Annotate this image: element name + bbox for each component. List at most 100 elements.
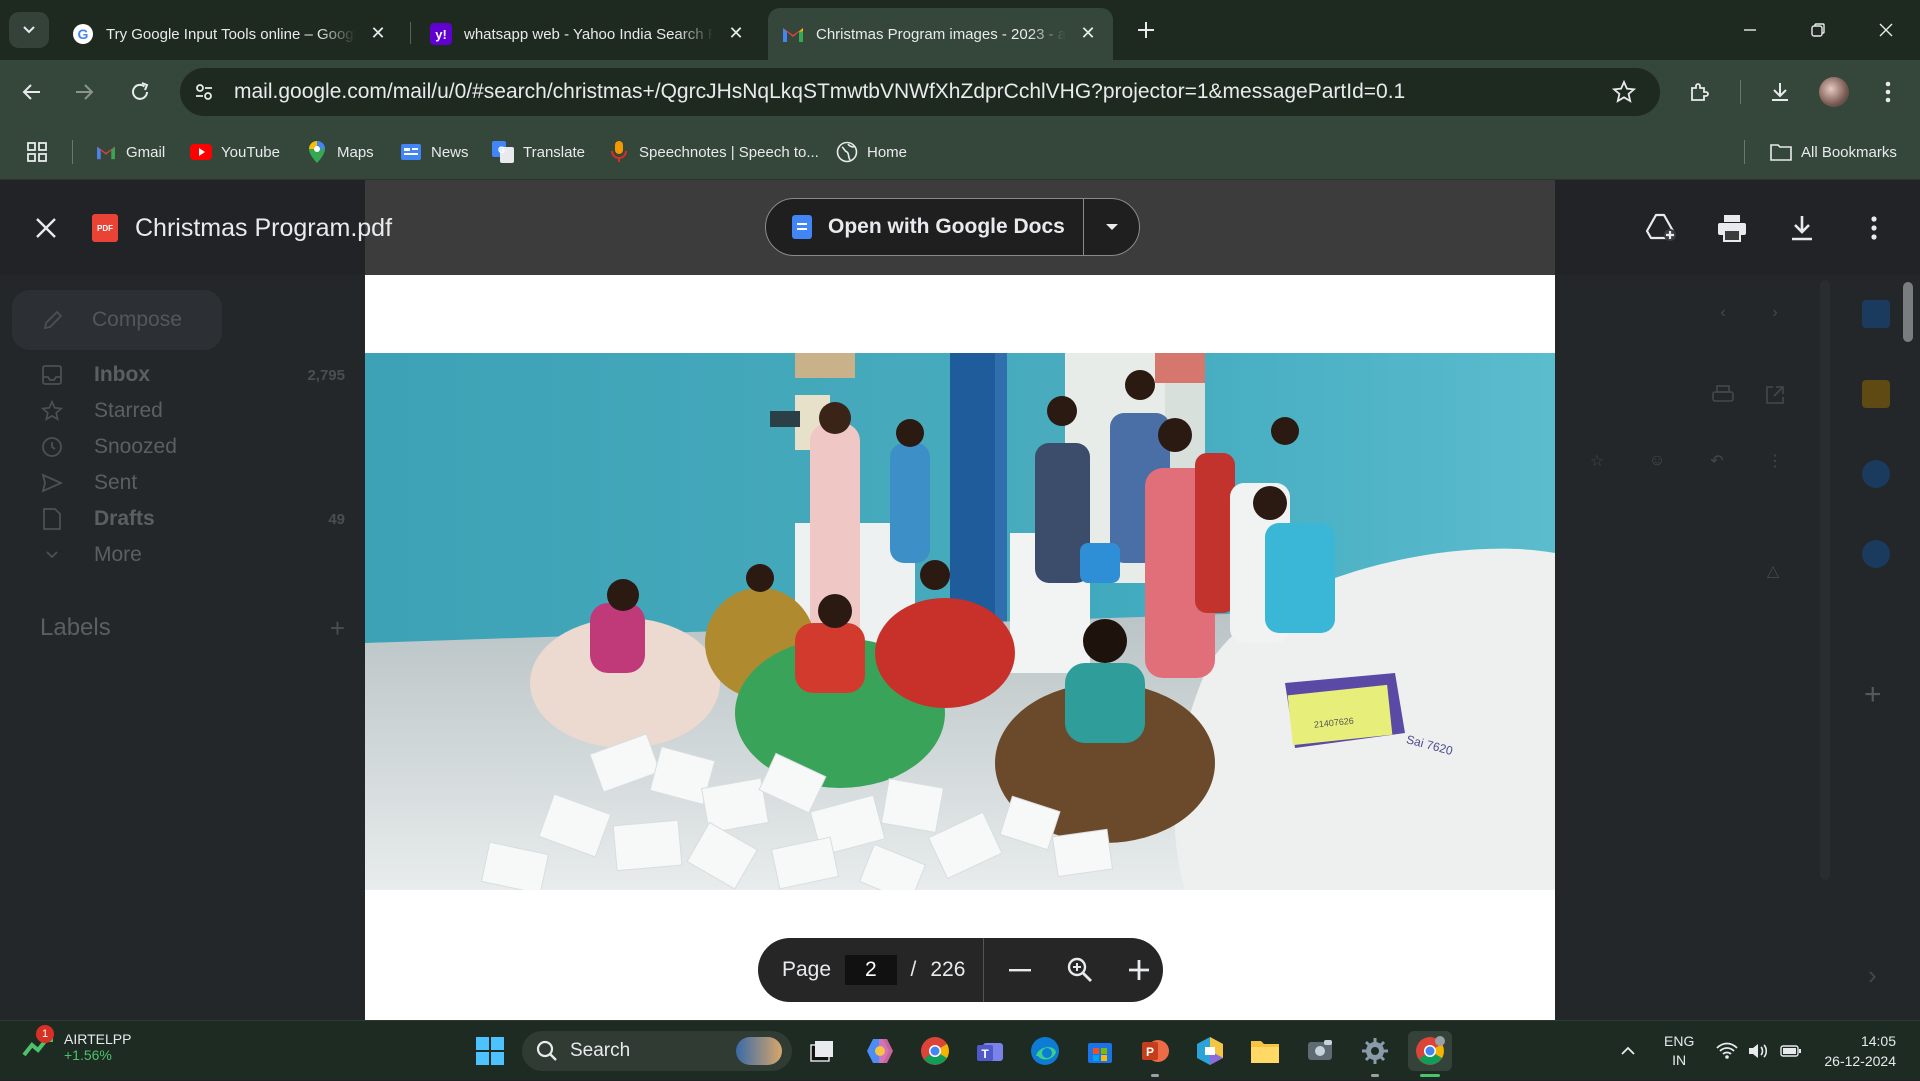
minimize-button[interactable] (1716, 0, 1784, 60)
reload-icon (132, 82, 149, 100)
draft-icon (40, 507, 64, 531)
open-with-dropdown[interactable] (1084, 199, 1140, 255)
bookmark-gmail[interactable]: Gmail (95, 138, 165, 166)
apps-button[interactable] (26, 138, 48, 166)
bookmark-label: Translate (523, 143, 585, 161)
file-explorer-button[interactable] (1245, 1031, 1285, 1071)
photo-app-button[interactable] (1300, 1031, 1340, 1071)
puzzle-icon (1691, 83, 1709, 101)
bookmark-home[interactable]: Home (836, 138, 907, 166)
pdf-page: 21407626 Sai 7620 (365, 275, 1555, 1020)
close-tab-icon[interactable]: ✕ (367, 22, 389, 44)
print-icon (1718, 215, 1746, 242)
close-viewer-button[interactable] (28, 210, 64, 246)
tab-search-button[interactable] (9, 12, 49, 48)
bookmark-star-button[interactable] (1608, 76, 1640, 108)
extensions-button[interactable] (1680, 72, 1720, 112)
svg-text:T: T (981, 1047, 989, 1061)
keep-icon (1862, 380, 1890, 408)
zoom-in-button[interactable] (1115, 946, 1163, 994)
all-bookmarks-button[interactable]: All Bookmarks (1770, 138, 1897, 166)
drive-add-icon (1646, 213, 1676, 241)
bookmark-speechnotes[interactable]: Speechnotes | Speech to... (608, 138, 819, 166)
date: 26-12-2024 (1824, 1053, 1896, 1069)
close-window-button[interactable] (1852, 0, 1920, 60)
add-to-drive-button[interactable] (1642, 208, 1682, 248)
forward-button[interactable] (64, 72, 104, 112)
tab-google-input-tools[interactable]: G Try Google Input Tools online – Google… (58, 8, 403, 60)
pager-divider (983, 938, 985, 1002)
reload-button[interactable] (120, 72, 160, 112)
url-text[interactable]: mail.google.com/mail/u/0/#search/christm… (234, 80, 1405, 104)
show-hidden-icons-button[interactable] (1620, 1021, 1636, 1081)
powerpoint-button[interactable]: P (1135, 1031, 1175, 1077)
chrome-active-button[interactable] (1408, 1031, 1452, 1077)
nav-count: 2,795 (307, 366, 345, 384)
teams-button[interactable]: T (970, 1031, 1010, 1071)
browser-menu-button[interactable] (1868, 72, 1908, 112)
page-number-input[interactable]: 2 (845, 955, 897, 985)
task-view-button[interactable] (802, 1031, 842, 1071)
windows-icon (476, 1037, 504, 1065)
stock-widget[interactable]: 1 AIRTELPP +1.56% (22, 1025, 132, 1065)
system-tray[interactable] (1716, 1021, 1802, 1081)
downloads-button[interactable] (1760, 72, 1800, 112)
chrome-taskbar-button[interactable] (915, 1031, 955, 1071)
close-tab-icon[interactable]: ✕ (1077, 22, 1099, 44)
star-icon: ☆ (1589, 453, 1605, 470)
search-icon (536, 1040, 557, 1061)
nav-label: Inbox (94, 363, 150, 386)
bookmark-separator (1744, 140, 1745, 164)
bookmark-separator (72, 140, 73, 164)
restore-button[interactable] (1784, 0, 1852, 60)
nav-label: Starred (94, 399, 163, 422)
profile-button[interactable] (1814, 72, 1854, 112)
viewer-more-button[interactable] (1854, 208, 1894, 248)
gmail-icon (782, 23, 804, 45)
store-button[interactable] (1080, 1031, 1120, 1071)
labels-heading: Labels + (40, 613, 345, 643)
print-button[interactable] (1712, 208, 1752, 248)
bookmark-label: Speechnotes | Speech to... (639, 143, 819, 161)
open-with-label: Open with Google Docs (828, 215, 1065, 238)
site-info-icon[interactable] (184, 72, 224, 112)
tasks-icon (1862, 460, 1890, 488)
open-with-google-docs-button[interactable]: Open with Google Docs (765, 198, 1140, 256)
bookmark-youtube[interactable]: YouTube (190, 138, 280, 166)
bookmark-news[interactable]: News (400, 138, 469, 166)
contacts-icon (1862, 540, 1890, 568)
settings-button[interactable] (1355, 1031, 1395, 1077)
tab-christmas-program[interactable]: Christmas Program images - 2023 - ajith … (768, 8, 1113, 60)
back-button[interactable] (12, 72, 52, 112)
minimize-icon (1744, 29, 1756, 31)
zoom-out-button[interactable] (996, 946, 1044, 994)
taskbar-search[interactable]: Search (522, 1031, 792, 1071)
bookmark-translate[interactable]: G Translate (492, 138, 585, 166)
zoom-fit-button[interactable] (1056, 946, 1104, 994)
edge-button[interactable] (1025, 1031, 1065, 1071)
bookmark-maps[interactable]: Maps (306, 138, 374, 166)
page-label: Page (782, 958, 832, 981)
language-indicator[interactable]: ENG IN (1664, 1021, 1694, 1081)
clock[interactable]: 14:05 26-12-2024 (1824, 1031, 1896, 1071)
yahoo-icon: y! (430, 23, 452, 45)
chevron-down-icon (40, 543, 64, 567)
tab-yahoo-search[interactable]: y! whatsapp web - Yahoo India Search Res… (416, 8, 761, 60)
chevron-right-icon: › (1772, 304, 1778, 321)
drive-add-icon: △ (1766, 563, 1780, 580)
scrollbar-thumb[interactable] (1903, 282, 1913, 342)
new-tab-button[interactable] (1128, 12, 1164, 48)
chevron-up-icon (1621, 1046, 1635, 1055)
labels-label: Labels (40, 614, 111, 641)
nav-drafts: Drafts 49 (40, 504, 345, 534)
close-tab-icon[interactable]: ✕ (725, 22, 747, 44)
office-app-button[interactable] (1190, 1031, 1230, 1071)
page-navigation: Page 2 / 226 (758, 938, 1163, 1002)
add-label-icon: + (329, 612, 345, 643)
download-button[interactable] (1782, 208, 1822, 248)
plus-icon (1129, 960, 1150, 980)
address-bar[interactable]: mail.google.com/mail/u/0/#search/christm… (180, 68, 1660, 116)
copilot-button[interactable] (860, 1031, 900, 1071)
stock-name: AIRTELPP (64, 1031, 132, 1047)
start-button[interactable] (470, 1031, 510, 1071)
